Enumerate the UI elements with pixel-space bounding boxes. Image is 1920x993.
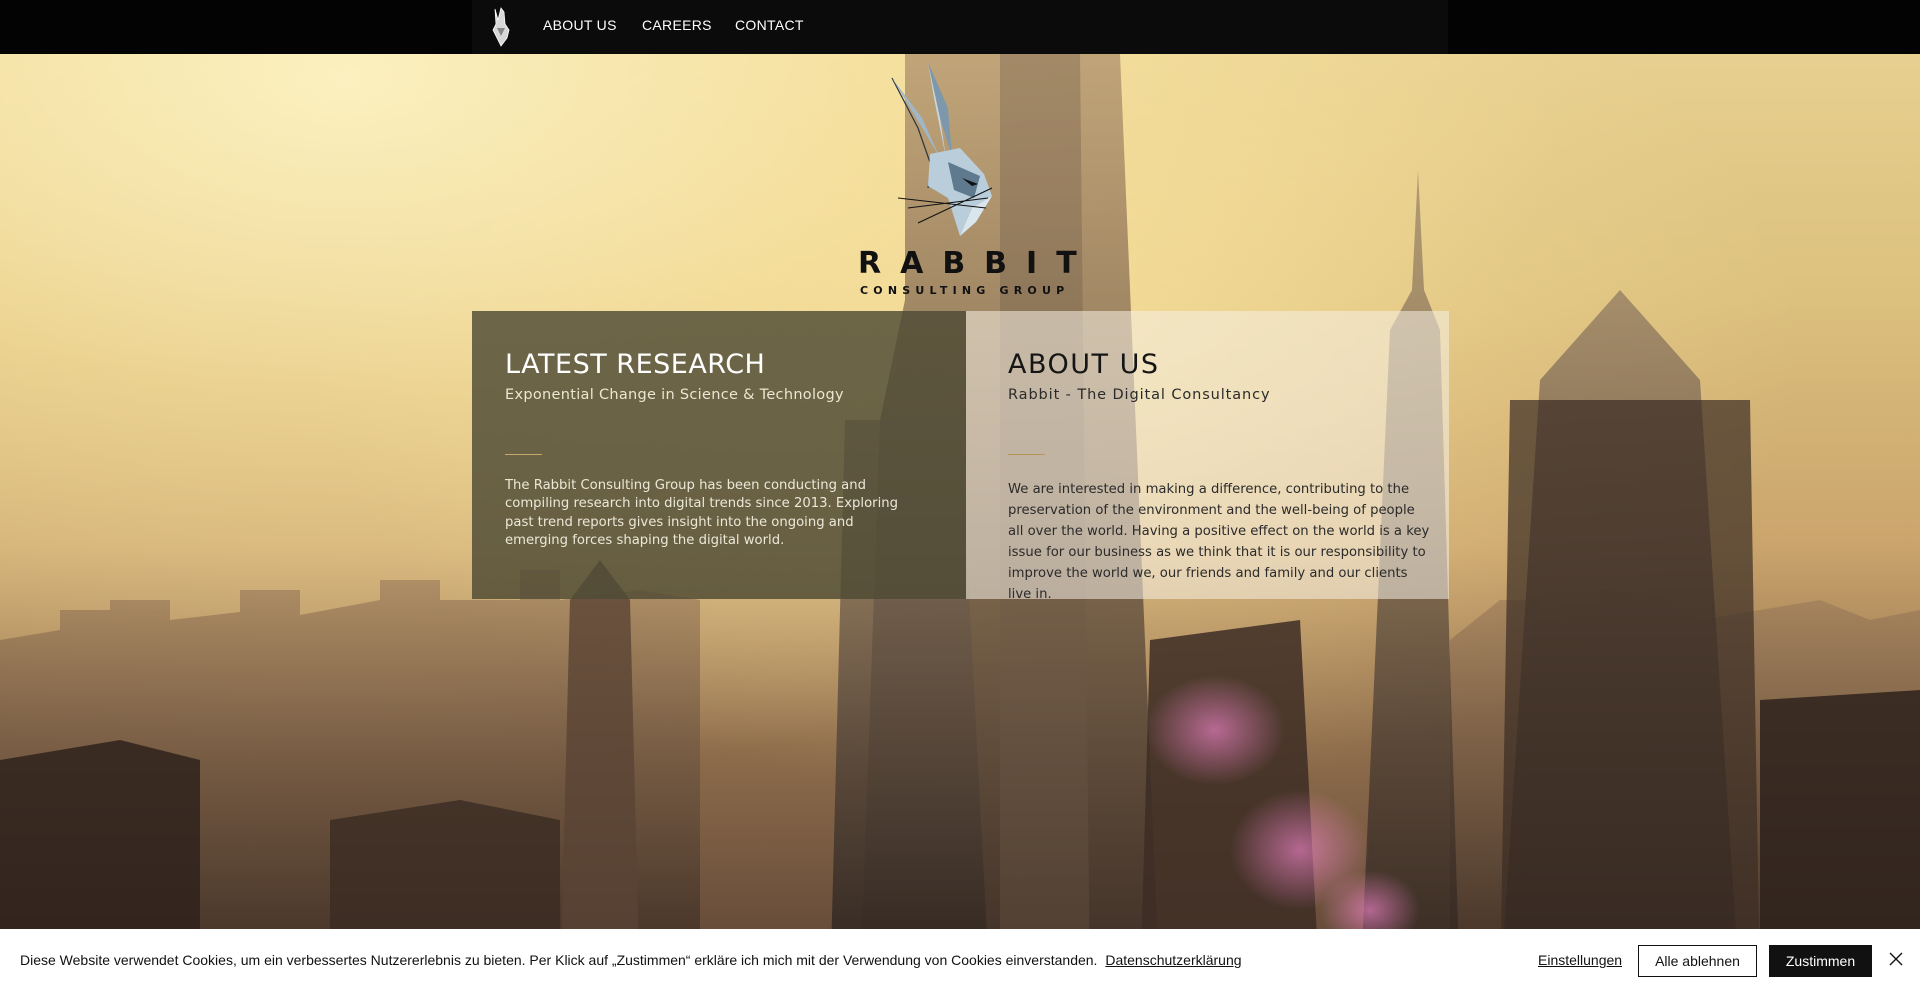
brand-tagline: CONSULTING GROUP <box>860 284 1070 297</box>
cookie-settings-link[interactable]: Einstellungen <box>1538 952 1622 968</box>
close-icon[interactable] <box>1888 951 1904 967</box>
accept-button[interactable]: Zustimmen <box>1769 945 1872 977</box>
nav-item-contact[interactable]: CONTACT <box>735 17 804 33</box>
nav-item-about-us[interactable]: ABOUT US <box>543 17 617 33</box>
about-us-panel: ABOUT US Rabbit - The Digital Consultanc… <box>966 311 1449 602</box>
geometric-rabbit-icon <box>888 58 1006 243</box>
cookie-message: Diese Website verwendet Cookies, um ein … <box>20 952 1242 968</box>
brand-name: RABBIT <box>858 246 1096 281</box>
latest-research-panel: LATEST RESEARCH Exponential Change in Sc… <box>472 311 966 599</box>
about-body: We are interested in making a difference… <box>1008 482 1430 602</box>
nav-item-careers[interactable]: CAREERS <box>642 17 712 33</box>
rabbit-logo-icon[interactable] <box>487 6 515 48</box>
about-title: ABOUT US <box>1008 349 1160 380</box>
cookie-consent-bar: Diese Website verwendet Cookies, um ein … <box>0 929 1920 993</box>
research-divider <box>505 454 542 455</box>
nav-container <box>472 0 1448 54</box>
top-navigation-bar <box>0 0 1920 54</box>
privacy-policy-link[interactable]: Datenschutzerklärung <box>1105 952 1241 968</box>
reject-all-button[interactable]: Alle ablehnen <box>1638 945 1757 977</box>
research-title: LATEST RESEARCH <box>505 349 766 380</box>
about-divider <box>1008 454 1045 455</box>
cookie-message-text: Diese Website verwendet Cookies, um ein … <box>20 952 1098 968</box>
research-subtitle: Exponential Change in Science & Technolo… <box>505 387 844 403</box>
about-subtitle: Rabbit - The Digital Consultancy <box>1008 387 1271 403</box>
research-body: The Rabbit Consulting Group has been con… <box>505 478 898 548</box>
